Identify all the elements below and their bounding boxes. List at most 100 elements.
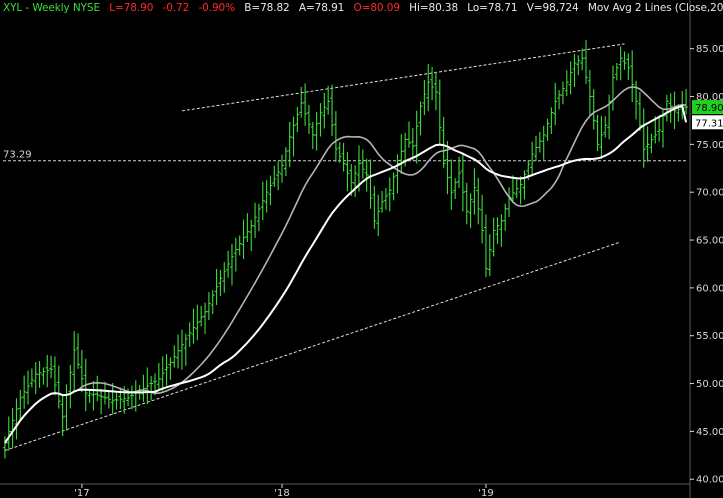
ohlc-bar [56,365,61,409]
ohlc-bar [607,94,612,140]
ohlc-bar [549,107,554,134]
ohlc-bar [406,121,411,148]
ohlc-bar [599,116,604,159]
ohlc-bar [114,393,119,410]
ohlc-bar [472,168,477,215]
ohlc-bar [610,65,615,111]
ohlc-bar [360,149,365,179]
change-label: -0.72 [162,2,190,14]
ohlc-bar [218,269,223,297]
ohlc-bar [272,165,277,187]
ohlc-bar [87,389,92,403]
ohlc-bar [560,81,565,105]
ohlc-bar [195,304,200,341]
ohlc-bar [380,190,385,213]
ohlc-bar [191,308,196,344]
ohlc-bar [318,103,323,137]
ohlc-bar [41,367,46,385]
x-tick-label: '17 [74,488,89,498]
ohlc-bar [203,302,208,335]
y-tick-label: 60.00 [696,283,723,294]
ohlc-bar [345,151,350,192]
ohlc-bar [499,214,504,247]
ohlc-bar [457,156,462,188]
ohlc-bar [330,84,335,137]
ohlc-bar [418,101,423,136]
ohlc-bar [430,67,435,101]
ohlc-bar [518,176,523,205]
ohlc-bar [52,356,57,396]
y-tick-label: 75.00 [696,140,723,151]
ohlc-bar [206,292,211,321]
ohlc-bar [645,126,650,162]
ohlc-bar [145,367,150,405]
ohlc-bar [537,131,542,153]
ohlc-bar [106,391,111,409]
ohlc-bar [314,111,319,151]
ohlc-bar [306,104,311,134]
ohlc-bar [29,368,34,388]
ohlc-bar [295,106,300,133]
ohlc-bar [395,154,400,194]
x-tick-label: '18 [274,488,289,498]
y-tick-label: 70.00 [696,188,723,199]
ohlc-bar [333,111,338,162]
ohlc-bar [441,117,446,168]
ohlc-bar [18,389,23,420]
volume-label: V=98,724 [526,2,579,14]
ohlc-bar [595,114,600,152]
ohlc-bar [283,147,288,177]
ohlc-bar [664,94,669,122]
symbol-label: XYL - Weekly NYSE [3,2,101,14]
ohlc-bar [476,177,481,225]
ohlc-bar [276,161,281,191]
ohlc-bar [26,370,31,405]
ohlc-bar [49,355,54,379]
ohlc-bar [149,375,154,401]
moving-average-20-line [4,86,687,444]
ohlc-bar [256,203,261,232]
ohlc-bar [229,243,234,286]
ohlc-bar [233,237,238,272]
y-tick-label: 85.00 [696,44,723,55]
ohlc-bar [237,235,242,256]
ohlc-bar [453,178,458,200]
ohlc-bar [260,181,265,221]
price-bars [2,40,689,459]
ohlc-bar [614,63,619,81]
study-label: Mov Avg 2 Lines (Close,20,40,0) [587,2,723,14]
ohlc-bar [557,90,562,110]
ohlc-bar [580,48,585,71]
ohlc-bar [568,61,573,95]
ohlc-bar [183,333,188,366]
trend-line-lower [4,241,621,451]
ohlc-bar [299,86,304,118]
ohlc-bar [399,134,404,174]
ohlc-bar [657,114,662,142]
y-tick-label: 50.00 [696,379,723,390]
ohlc-bar [507,187,512,218]
ohlc-bar [364,158,369,192]
ohlc-bar [187,322,192,347]
ohlc-bar [245,213,250,242]
chart-header: XYL - Weekly NYSE L=78.90 -0.72 -0.90% B… [3,2,723,14]
ohlc-bar [102,381,107,405]
ohlc-bar [637,91,642,132]
ohlc-bar [226,250,231,278]
ohlc-bar [368,159,373,209]
ohlc-bar [33,362,38,395]
ohlc-bar [630,50,635,103]
ohlc-bar [572,54,577,87]
ohlc-bar [522,170,527,200]
ohlc-bar [564,70,569,96]
ohlc-bar [483,214,488,278]
ohlc-bar [383,188,388,210]
ohlc-bar [322,92,327,129]
ohlc-bar [64,384,69,431]
ohlc-bar [160,356,165,391]
ohlc-bar [541,125,546,160]
ohlc-bar [22,375,27,409]
ohlc-bar [14,398,19,440]
ohlc-bar [141,374,146,402]
ohlc-bar [68,364,73,409]
